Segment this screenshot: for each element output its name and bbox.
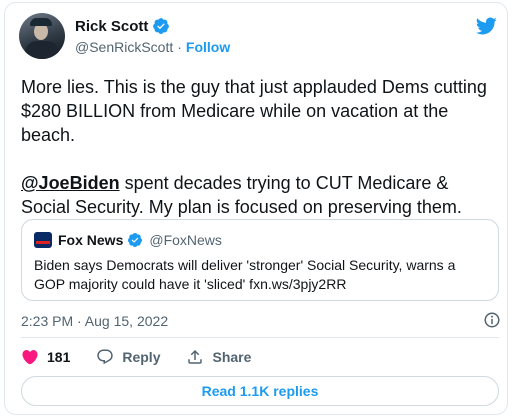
share-button[interactable]: Share	[186, 348, 251, 366]
reply-bubble-icon	[97, 349, 114, 365]
tweet-paragraph-2: @JoeBiden spent decades trying to CUT Me…	[21, 171, 501, 219]
info-icon[interactable]	[483, 311, 501, 329]
author-name[interactable]: Rick Scott	[75, 18, 148, 35]
like-count: 181	[47, 349, 71, 365]
separator-dot: ·	[177, 39, 182, 55]
fox-news-avatar	[34, 232, 52, 248]
quoted-tweet[interactable]: Fox News @FoxNews Biden says Democrats w…	[21, 219, 499, 301]
reply-label: Reply	[122, 349, 161, 365]
author-handle[interactable]: @SenRickScott	[75, 39, 173, 55]
verified-badge-icon	[128, 233, 143, 247]
twitter-bird-icon[interactable]	[473, 15, 499, 37]
reply-button[interactable]: Reply	[96, 348, 160, 366]
verified-badge-icon	[153, 18, 170, 34]
author-name-row: Rick Scott	[75, 17, 170, 35]
tweet-meta: 2:23 PM · Aug 15, 2022	[21, 311, 501, 329]
heart-icon	[22, 350, 38, 365]
quoted-tweet-text: Biden says Democrats will deliver 'stron…	[34, 257, 456, 292]
author-handle-row: @SenRickScott · Follow	[75, 39, 230, 55]
divider	[21, 337, 499, 338]
tweet-actions: 181 Reply Share	[21, 347, 277, 367]
quoted-author-handle: @FoxNews	[149, 232, 222, 248]
tweet-card: Rick Scott @SenRickScott · Follow More l…	[4, 2, 508, 415]
mention-link[interactable]: @JoeBiden	[21, 173, 120, 193]
tweet-text: More lies. This is the guy that just app…	[21, 75, 501, 219]
avatar[interactable]	[19, 13, 65, 59]
like-button[interactable]: 181	[21, 348, 70, 366]
quoted-tweet-header: Fox News @FoxNews	[34, 232, 222, 248]
quoted-author-name: Fox News	[58, 232, 124, 248]
read-replies-button[interactable]: Read 1.1K replies	[21, 376, 499, 406]
timestamp[interactable]: 2:23 PM · Aug 15, 2022	[21, 313, 168, 329]
follow-button[interactable]: Follow	[186, 39, 230, 55]
tweet-paragraph-1: More lies. This is the guy that just app…	[21, 77, 487, 145]
share-icon	[188, 349, 203, 364]
tweet-header: Rick Scott @SenRickScott · Follow	[19, 13, 499, 61]
share-label: Share	[212, 349, 252, 365]
